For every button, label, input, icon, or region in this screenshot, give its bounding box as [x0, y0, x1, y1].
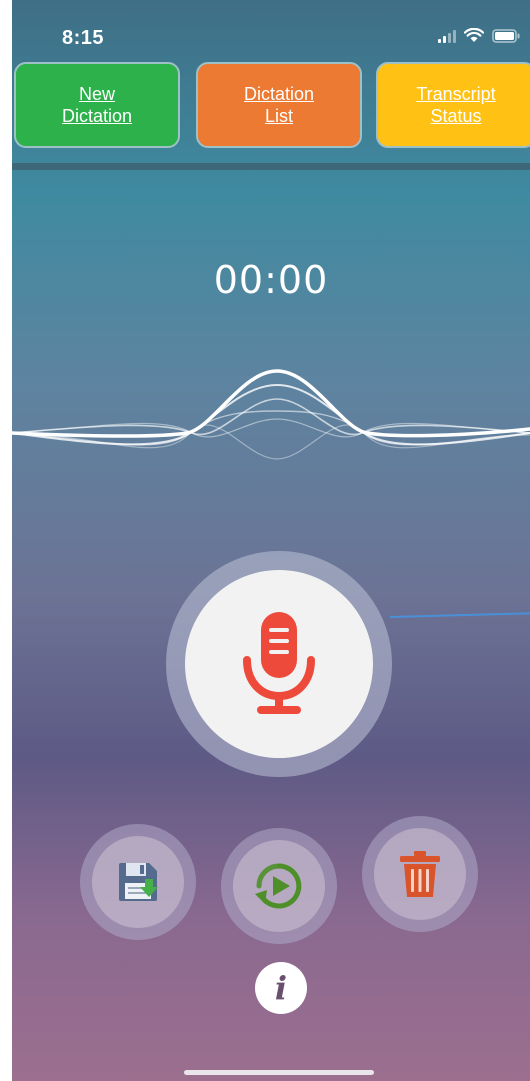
save-icon [119, 863, 158, 901]
signal-icon [438, 29, 456, 43]
tab-dictation-list[interactable]: Dictation List [196, 62, 362, 148]
info-button[interactable]: i [255, 962, 307, 1014]
tab-new-dictation[interactable]: New Dictation [14, 62, 180, 148]
header-divider [12, 163, 530, 170]
replay-play-icon [255, 863, 302, 909]
audio-level-line [389, 612, 530, 618]
status-bar: 8:15 [12, 0, 530, 58]
tab-transcript-status[interactable]: Transcript Status [376, 62, 530, 148]
waveform-graphic [12, 369, 530, 460]
battery-icon [492, 28, 520, 43]
trash-icon [400, 851, 440, 897]
save-button[interactable] [80, 824, 196, 940]
status-time: 8:15 [62, 27, 105, 49]
home-indicator[interactable] [184, 1070, 374, 1075]
nav-tabs: New Dictation Dictation List Transcript … [12, 60, 530, 152]
record-button-ring [166, 551, 392, 777]
tab-dictation-list-label: Dictation List [243, 84, 315, 126]
tab-new-dictation-label: New Dictation [61, 84, 133, 126]
delete-button[interactable] [362, 816, 478, 932]
play-button[interactable] [221, 828, 337, 944]
wifi-icon [464, 28, 484, 42]
microphone-icon [243, 612, 315, 714]
info-icon: i [274, 969, 288, 1007]
tab-transcript-status-label: Transcript Status [416, 84, 496, 126]
recording-timer: 00:00 [213, 258, 329, 302]
record-button[interactable] [185, 570, 373, 758]
status-icons [438, 28, 520, 43]
recorder-screen: 8:15 New Dictation Dictation List Transc… [12, 0, 530, 1081]
